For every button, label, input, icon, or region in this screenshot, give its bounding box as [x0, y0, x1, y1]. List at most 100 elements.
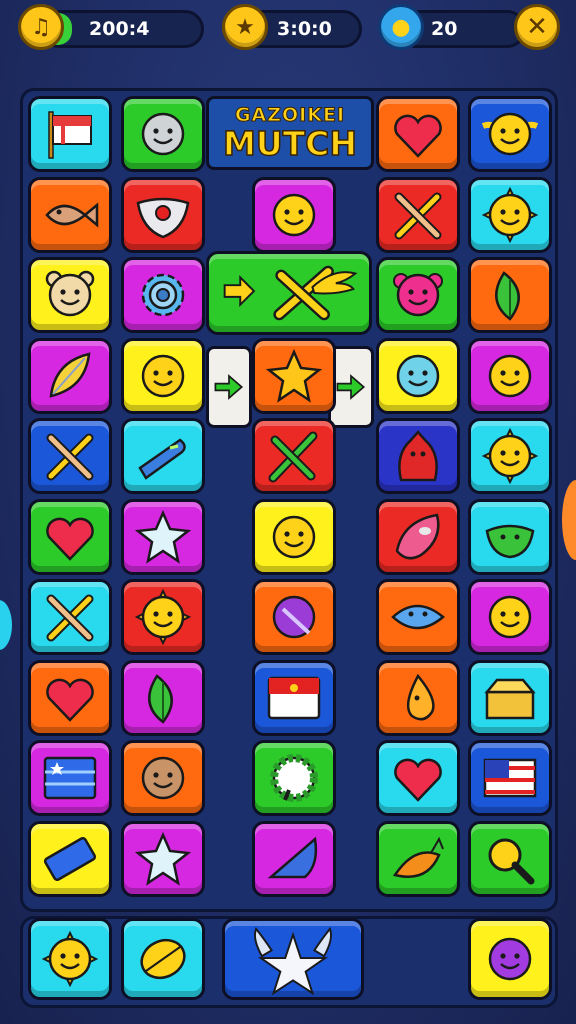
- tile-r5-c3[interactable]: [252, 418, 336, 494]
- close-icon[interactable]: ✕: [514, 4, 560, 50]
- tile-r7-c3[interactable]: [252, 579, 336, 655]
- star-burst-icon: [265, 348, 323, 403]
- purple-puff-icon: [488, 937, 532, 981]
- tile-r8-c6[interactable]: [468, 660, 552, 736]
- coins-value: 200:4: [89, 18, 150, 40]
- tile-r3-c2[interactable]: [121, 257, 205, 333]
- tile-r10-c5[interactable]: [376, 821, 460, 897]
- crossed-swords-icon: [46, 433, 94, 481]
- tile-r4-c1[interactable]: [28, 338, 112, 414]
- tray-slot-4[interactable]: [468, 918, 552, 1000]
- game-title: MUTCH: [222, 124, 357, 163]
- tile-r6-c6[interactable]: [468, 499, 552, 575]
- tray-slot-1[interactable]: [28, 918, 112, 1000]
- blue-shell-icon: [267, 836, 318, 879]
- pink-monster-icon: [393, 273, 443, 317]
- candy-icon: [395, 513, 440, 560]
- sun-face-icon: [481, 427, 539, 485]
- tile-r10-c3[interactable]: [252, 821, 336, 897]
- feather-icon: [49, 352, 91, 398]
- red-creature-icon: [398, 430, 438, 482]
- tile-r1-c6[interactable]: [468, 96, 552, 172]
- tile-r5-c2[interactable]: [121, 418, 205, 494]
- tile-r3-c5[interactable]: [376, 257, 460, 333]
- tile-r8-c3[interactable]: [252, 660, 336, 736]
- usa-flag-icon: [483, 758, 537, 798]
- arrow-card-left[interactable]: [206, 346, 252, 428]
- carrot-icon: [392, 836, 444, 878]
- tile-r4-c2[interactable]: [121, 338, 205, 414]
- drop-face-icon: [396, 354, 440, 398]
- winged-sun-face-icon: [481, 112, 539, 156]
- tile-r9-c2[interactable]: [121, 740, 205, 816]
- tile-r6-c5[interactable]: [376, 499, 460, 575]
- green-arrows-icon: [268, 431, 318, 483]
- tray-slot-3[interactable]: [222, 918, 364, 1000]
- tile-r2-c1[interactable]: [28, 177, 112, 253]
- tile-r2-c5[interactable]: [376, 177, 460, 253]
- tile-r4-c6[interactable]: [468, 338, 552, 414]
- tile-r9-c1[interactable]: [28, 740, 112, 816]
- blue-fish-face-icon: [391, 604, 445, 630]
- tile-r10-c1[interactable]: [28, 821, 112, 897]
- treasure-chest-icon: [484, 678, 536, 720]
- crossed-swords-icon: [394, 192, 442, 240]
- game-subtitle: GAZOIKEI: [234, 104, 346, 127]
- tile-r6-c1[interactable]: [28, 499, 112, 575]
- tile-r1-c1[interactable]: [28, 96, 112, 172]
- tile-r8-c1[interactable]: [28, 660, 112, 736]
- tile-r4-c3[interactable]: [252, 338, 336, 414]
- tile-r7-c2[interactable]: [121, 579, 205, 655]
- smiley-icon: [141, 354, 185, 398]
- tile-r9-c6[interactable]: [468, 740, 552, 816]
- tile-r1-c5[interactable]: [376, 96, 460, 172]
- tile-r2-c2[interactable]: [121, 177, 205, 253]
- blue-flag-card-icon: [43, 756, 97, 800]
- tray-slot-2[interactable]: [121, 918, 205, 1000]
- tile-r3-c1[interactable]: [28, 257, 112, 333]
- tile-r7-c5[interactable]: [376, 579, 460, 655]
- tile-r3-c6[interactable]: [468, 257, 552, 333]
- drop-icon: [406, 673, 435, 721]
- fish-icon: [45, 202, 99, 228]
- heart-icon: [46, 678, 94, 722]
- tile-r7-c6[interactable]: [468, 579, 552, 655]
- tile-r8-c5[interactable]: [376, 660, 460, 736]
- tile-r7-c1[interactable]: [28, 579, 112, 655]
- tile-r8-c2[interactable]: [121, 660, 205, 736]
- leaf-icon: [495, 271, 520, 321]
- tile-r4-c5[interactable]: [376, 338, 460, 414]
- left-side-glow: [0, 600, 12, 650]
- tile-r9-c3[interactable]: [252, 740, 336, 816]
- green-ring-icon: [270, 754, 318, 802]
- tile-r1-c2[interactable]: [121, 96, 205, 172]
- blue-bar-icon: [43, 836, 97, 882]
- heart-icon: [46, 517, 94, 561]
- sun-face-icon: [41, 930, 99, 988]
- gear-icon: [141, 273, 185, 317]
- tile-r2-c3[interactable]: [252, 177, 336, 253]
- tile-r10-c6[interactable]: [468, 821, 552, 897]
- tile-r6-c3[interactable]: [252, 499, 336, 575]
- coconut-face-icon: [141, 756, 185, 800]
- crossed-swords-icon: [46, 594, 94, 642]
- tile-r2-c6[interactable]: [468, 177, 552, 253]
- tile-r5-c1[interactable]: [28, 418, 112, 494]
- tile-r9-c5[interactable]: [376, 740, 460, 816]
- music-note-coin-icon[interactable]: ♫: [18, 4, 64, 50]
- tile-r5-c5[interactable]: [376, 418, 460, 494]
- tile-r6-c2[interactable]: [121, 499, 205, 575]
- tile-r10-c2[interactable]: [121, 821, 205, 897]
- magnifier-icon: [488, 838, 535, 885]
- water-drop-icon[interactable]: ●: [378, 4, 424, 50]
- leaf-icon: [148, 674, 173, 724]
- winged-sword-tile[interactable]: [206, 251, 372, 335]
- heart-icon: [394, 758, 442, 802]
- medal-icon[interactable]: ★: [222, 4, 268, 50]
- purple-planet-icon: [272, 595, 316, 639]
- green-arrow-icon: [336, 374, 366, 400]
- blue-blade-icon: [138, 438, 186, 480]
- green-slime-icon: [485, 524, 535, 559]
- timer-value: 3:0:0: [277, 18, 332, 40]
- tile-r5-c6[interactable]: [468, 418, 552, 494]
